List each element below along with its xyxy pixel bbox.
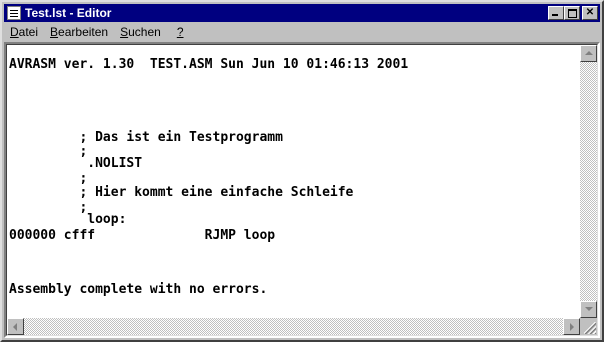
text-line: .NOLIST <box>9 156 143 171</box>
editor-window: Test.lst - Editor Datei Bearbeiten Suche… <box>0 0 604 342</box>
text-line: Assembly complete with no errors. <box>9 282 268 297</box>
text-line: ; <box>9 171 88 186</box>
editor-client: AVRASM ver. 1.30 TEST.ASM Sun Jun 10 01:… <box>4 42 600 338</box>
text-line: 000000 cfff RJMP loop <box>9 228 276 243</box>
title-bar[interactable]: Test.lst - Editor <box>4 4 600 22</box>
maximize-button[interactable] <box>564 6 580 20</box>
menu-bar: Datei Bearbeiten Suchen ? <box>4 23 600 41</box>
scroll-down-button[interactable] <box>580 301 597 318</box>
right-arrow-icon <box>570 323 574 331</box>
up-arrow-icon <box>585 51 593 55</box>
menu-help[interactable]: ? <box>167 25 190 39</box>
horizontal-scrollbar[interactable] <box>7 318 580 335</box>
resize-grip-icon[interactable] <box>580 318 597 335</box>
close-button[interactable] <box>582 6 598 20</box>
scroll-right-button[interactable] <box>563 318 580 335</box>
window-title: Test.lst - Editor <box>25 6 112 20</box>
text-line: loop: <box>9 212 127 227</box>
scroll-up-button[interactable] <box>580 45 597 62</box>
down-arrow-icon <box>585 307 593 311</box>
scroll-left-button[interactable] <box>7 318 24 335</box>
left-arrow-icon <box>13 323 17 331</box>
caption-buttons <box>548 6 598 20</box>
menu-datei[interactable]: Datei <box>4 25 44 39</box>
menu-suchen[interactable]: Suchen <box>114 25 167 39</box>
minimize-button[interactable] <box>548 6 564 20</box>
menu-bearbeiten[interactable]: Bearbeiten <box>44 25 114 39</box>
notepad-icon[interactable] <box>7 6 21 20</box>
text-line: AVRASM ver. 1.30 TEST.ASM Sun Jun 10 01:… <box>9 57 409 72</box>
text-line: ; Das ist ein Testprogramm <box>9 130 283 145</box>
text-line: ; Hier kommt eine einfache Schleife <box>9 185 354 200</box>
text-area[interactable]: AVRASM ver. 1.30 TEST.ASM Sun Jun 10 01:… <box>7 45 580 318</box>
vertical-scrollbar[interactable] <box>580 45 597 318</box>
